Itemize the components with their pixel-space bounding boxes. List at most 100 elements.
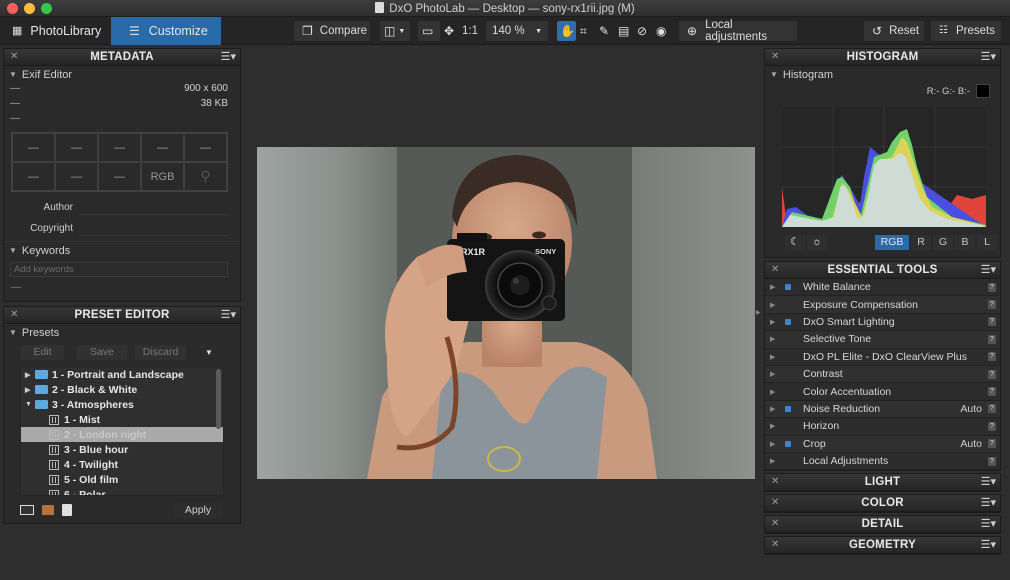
enable-toggle[interactable]: [782, 368, 794, 380]
save-button[interactable]: Save: [76, 343, 128, 361]
compare-button[interactable]: ❐ Compare: [294, 21, 370, 41]
enable-toggle[interactable]: [782, 281, 794, 293]
preset-item[interactable]: 5 - Old film: [21, 472, 223, 487]
panel-menu-icon[interactable]: ☰▾: [981, 475, 996, 488]
close-icon[interactable]: ✕: [771, 539, 779, 550]
help-icon[interactable]: ?: [988, 317, 996, 327]
close-icon[interactable]: ✕: [771, 264, 779, 275]
preset-folder[interactable]: ▶ 1 - Portrait and Landscape: [21, 367, 223, 382]
help-icon[interactable]: ?: [988, 369, 996, 379]
tool-noise-reduction[interactable]: ▶ Noise Reduction Auto?: [765, 400, 1000, 419]
enable-toggle[interactable]: [782, 351, 794, 363]
help-icon[interactable]: ?: [988, 421, 996, 431]
tool-clearview-plus[interactable]: ▶ DxO PL Elite - DxO ClearView Plus?: [765, 348, 1000, 366]
enable-toggle[interactable]: [782, 438, 794, 450]
panel-menu-icon[interactable]: ☰▾: [981, 263, 996, 276]
expand-icon[interactable]: ▶: [770, 457, 782, 465]
shadow-clipping-icon[interactable]: ☾: [785, 234, 805, 250]
location-cell[interactable]: ⚲: [184, 162, 227, 191]
enable-toggle[interactable]: [782, 455, 794, 467]
right-panel-resize-handle[interactable]: ▶: [756, 309, 761, 316]
discard-button[interactable]: Discard: [134, 343, 187, 361]
tab-customize[interactable]: ☰ Customize: [111, 17, 221, 45]
preset-item[interactable]: 1 - Mist: [21, 412, 223, 427]
fit-screen-button[interactable]: ▭: [418, 21, 440, 41]
preset-folder[interactable]: ▶ 2 - Black & White: [21, 382, 223, 397]
help-icon[interactable]: ?: [988, 387, 996, 397]
preview-toggle-button[interactable]: ◉: [653, 21, 672, 41]
duplicate-preset-icon[interactable]: [62, 504, 72, 516]
apply-button[interactable]: Apply: [173, 501, 223, 519]
tree-scrollbar[interactable]: [216, 369, 221, 429]
channel-g-button[interactable]: G: [933, 234, 953, 250]
tool-crop[interactable]: ▶ Crop Auto?: [765, 435, 1000, 453]
one-to-one-button[interactable]: 1:1: [458, 21, 482, 41]
edit-button[interactable]: Edit: [20, 343, 65, 361]
enable-toggle[interactable]: [782, 403, 794, 415]
tool-exposure-compensation[interactable]: ▶ Exposure Compensation?: [765, 296, 1000, 314]
copyright-input[interactable]: [79, 220, 228, 236]
horizon-tool-button[interactable]: ▤: [615, 21, 635, 41]
close-icon[interactable]: ✕: [771, 51, 779, 62]
tab-photolibrary[interactable]: ▦ PhotoLibrary: [0, 17, 110, 45]
help-icon[interactable]: ?: [988, 334, 996, 344]
repair-tool-button[interactable]: ⊘: [634, 21, 653, 41]
geometry-panel[interactable]: ✕ GEOMETRY ☰▾: [764, 536, 1001, 556]
expand-icon[interactable]: ▶: [770, 370, 782, 378]
keywords-section[interactable]: ▼ Keywords: [4, 242, 240, 259]
panel-menu-icon[interactable]: ☰▾: [981, 538, 996, 551]
tool-smart-lighting[interactable]: ▶ DxO Smart Lighting?: [765, 313, 1000, 332]
tool-local-adjustments[interactable]: ▶ Local Adjustments?: [765, 452, 1000, 471]
preset-item[interactable]: 3 - Blue hour: [21, 442, 223, 457]
channel-r-button[interactable]: R: [911, 234, 931, 250]
tool-selective-tone[interactable]: ▶ Selective Tone?: [765, 331, 1000, 349]
panel-menu-icon[interactable]: ☰▾: [221, 308, 236, 321]
expand-icon[interactable]: ▶: [770, 440, 782, 448]
preset-item[interactable]: 4 - Twilight: [21, 457, 223, 472]
expand-icon[interactable]: ▶: [770, 283, 782, 291]
presets-button[interactable]: ☷ Presets: [931, 21, 1001, 41]
highlight-clipping-icon[interactable]: ☼: [807, 234, 827, 250]
light-panel[interactable]: ✕ LIGHT ☰▾: [764, 473, 1001, 493]
channel-b-button[interactable]: B: [955, 234, 975, 250]
expand-icon[interactable]: ▶: [25, 386, 35, 394]
expand-icon[interactable]: ▶: [770, 318, 782, 326]
add-keywords-input[interactable]: Add keywords: [10, 262, 228, 277]
enable-toggle[interactable]: [782, 299, 794, 311]
detail-panel[interactable]: ✕ DETAIL ☰▾: [764, 515, 1001, 535]
image-viewer[interactable]: RX1R SONY: [245, 45, 761, 580]
eyedropper-tool-button[interactable]: ✎: [596, 21, 615, 41]
tool-color-accentuation[interactable]: ▶ Color Accentuation?: [765, 383, 1000, 401]
channel-l-button[interactable]: L: [977, 234, 997, 250]
exif-editor-section[interactable]: ▼ Exif Editor: [4, 66, 240, 83]
collapse-icon[interactable]: ▼: [25, 401, 35, 408]
expand-icon[interactable]: ▶: [770, 405, 782, 413]
close-icon[interactable]: ✕: [10, 309, 18, 320]
help-icon[interactable]: ?: [988, 300, 996, 310]
reset-button[interactable]: ↺ Reset: [864, 21, 924, 41]
author-input[interactable]: [79, 199, 228, 215]
close-icon[interactable]: ✕: [771, 497, 779, 508]
tool-contrast[interactable]: ▶ Contrast?: [765, 365, 1000, 384]
close-icon[interactable]: ✕: [771, 476, 779, 487]
crop-tool-button[interactable]: ⌗: [577, 21, 596, 41]
channel-rgb-button[interactable]: RGB: [875, 234, 909, 250]
panel-menu-icon[interactable]: ☰▾: [221, 50, 236, 63]
enable-toggle[interactable]: [782, 333, 794, 345]
new-preset-icon[interactable]: [20, 505, 34, 515]
close-icon[interactable]: ✕: [10, 51, 18, 62]
help-icon[interactable]: ?: [988, 282, 996, 292]
presets-section[interactable]: ▼ Presets: [4, 324, 240, 341]
preset-folder[interactable]: ▼ 3 - Atmospheres: [21, 397, 223, 412]
help-icon[interactable]: ?: [988, 456, 996, 466]
panel-menu-icon[interactable]: ☰▾: [981, 496, 996, 509]
split-view-dropdown[interactable]: ◫ ▼: [380, 21, 410, 41]
close-icon[interactable]: ✕: [771, 518, 779, 529]
expand-icon[interactable]: ▶: [770, 335, 782, 343]
tool-horizon[interactable]: ▶ Horizon?: [765, 418, 1000, 436]
enable-toggle[interactable]: [782, 316, 794, 328]
histogram-section[interactable]: ▼ Histogram: [765, 66, 1000, 83]
enable-toggle[interactable]: [782, 386, 794, 398]
color-panel[interactable]: ✕ COLOR ☰▾: [764, 494, 1001, 514]
expand-icon[interactable]: ▶: [770, 422, 782, 430]
